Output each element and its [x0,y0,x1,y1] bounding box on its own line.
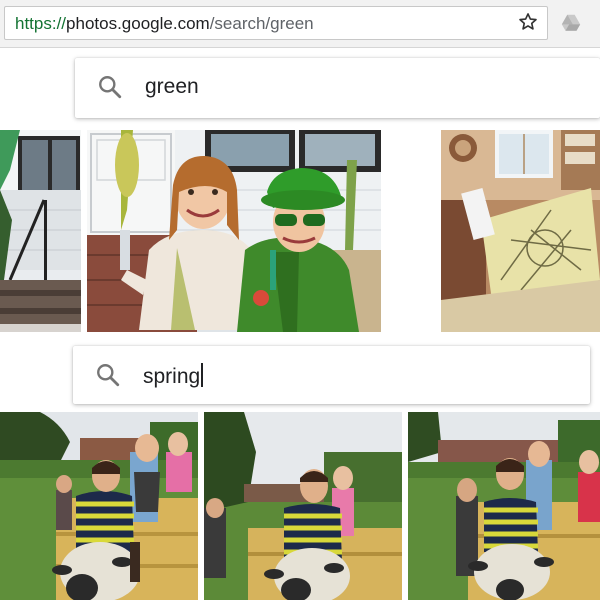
photo-sheep-ride-1[interactable] [0,412,198,600]
photo-kids-green[interactable] [87,130,381,332]
photos-search-page: https://photos.google.com/search/green g… [0,0,600,600]
photo-sheep-ride-2[interactable] [204,412,402,600]
photo-drawing-table[interactable] [441,130,600,332]
drive-extension-icon[interactable] [560,12,582,34]
search-bar-green[interactable]: green [75,58,600,118]
search-query-input[interactable]: spring [143,363,203,389]
address-url[interactable]: https://photos.google.com/search/green [15,14,314,34]
photo-sheep-ride-3[interactable] [408,412,600,600]
star-icon[interactable] [517,11,539,33]
url-scheme: https:// [15,14,67,33]
search-icon [97,364,120,387]
search-icon [99,76,122,99]
address-bar[interactable]: https://photos.google.com/search/green [4,6,548,40]
url-path: /search/green [209,14,314,33]
search-query-text[interactable]: green [145,75,199,99]
photo-house-left[interactable] [0,130,81,332]
search-bar-spring[interactable]: spring [73,346,590,404]
browser-toolbar: https://photos.google.com/search/green [0,0,600,48]
text-caret [201,363,203,387]
search-query-text: spring [143,365,201,388]
url-host: photos.google.com [66,14,210,33]
